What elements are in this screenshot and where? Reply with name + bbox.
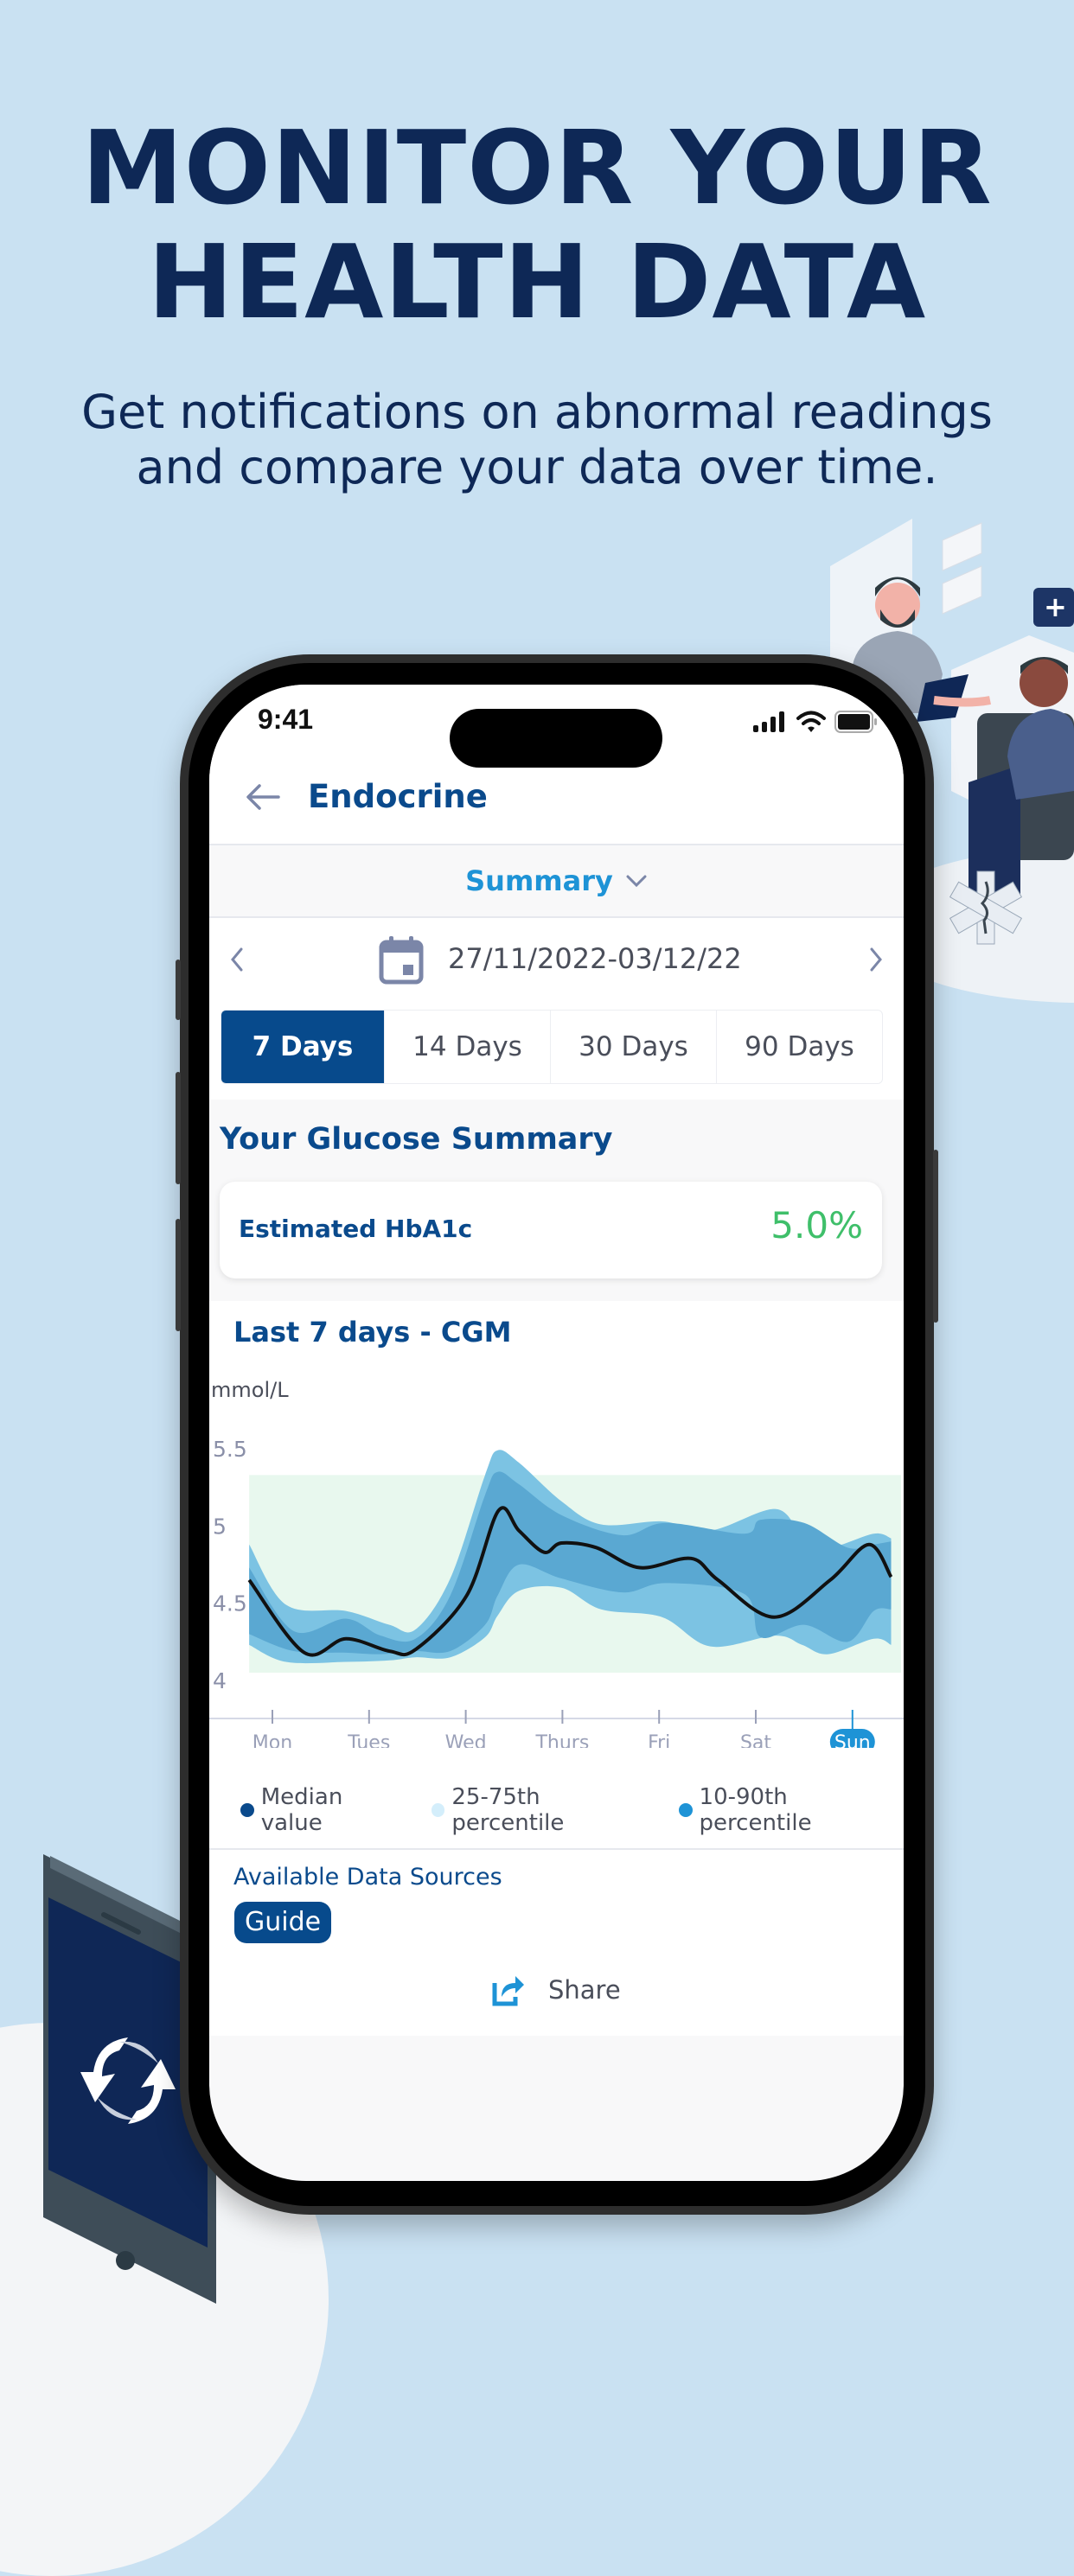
x-tick-label: Sun — [834, 1732, 871, 1748]
phone-volume-down-button — [176, 1219, 181, 1331]
svg-text:+: + — [1044, 590, 1067, 623]
back-arrow-icon[interactable] — [244, 781, 282, 813]
certificate-shape — [942, 522, 982, 571]
glucose-summary-title: Your Glucose Summary — [220, 1122, 613, 1157]
x-tick-label: Fri — [648, 1732, 670, 1748]
x-tick-label: Wed — [445, 1732, 487, 1748]
promo-subtitle-line-1: Get notifications on abnormal readings — [81, 385, 993, 439]
legend-item-median: Median value — [240, 1784, 409, 1836]
y-tick-label: 4.5 — [213, 1591, 247, 1616]
y-tick-label: 5 — [213, 1514, 227, 1539]
legend-dot-25-75 — [431, 1803, 445, 1817]
legend-dot-10-90 — [678, 1803, 693, 1817]
promo-subtitle: Get notifications on abnormal readings a… — [0, 385, 1074, 495]
tab-90-days[interactable]: 90 Days — [717, 1011, 882, 1083]
legend-label-25-75: 25-75th percentile — [451, 1784, 565, 1836]
phone-side-button — [176, 960, 181, 1020]
promo-headline: MONITOR YOUR HEALTH DATA — [0, 111, 1074, 339]
x-tick-label: Thurs — [534, 1732, 589, 1748]
x-tick-label: Tues — [347, 1732, 390, 1748]
promo-headline-line-1: MONITOR YOUR — [81, 108, 993, 227]
promo-subtitle-line-2: and compare your data over time. — [136, 440, 938, 494]
hba1c-value: 5.0% — [770, 1204, 863, 1247]
legend-label-median: Median value — [260, 1784, 343, 1836]
x-tick-label: Mon — [253, 1732, 292, 1748]
legend-item-10-90: 10-90th percentile — [678, 1784, 904, 1836]
date-range-row: 27/11/2022-03/12/22 — [209, 918, 904, 1001]
phone-screen: 9:41 Endocrine Summary 27/11/2022-03/12/… — [209, 685, 904, 2181]
share-label: Share — [548, 1975, 621, 2005]
guide-button[interactable]: Guide — [234, 1902, 332, 1943]
x-tick-label: Sat — [740, 1732, 771, 1748]
cgm-title: Last 7 days - CGM — [233, 1316, 512, 1349]
y-tick-label: 4 — [213, 1668, 227, 1693]
status-time: 9:41 — [258, 704, 314, 735]
battery-icon — [834, 711, 877, 733]
chevron-right-icon[interactable] — [867, 946, 885, 973]
certificate-shape — [942, 565, 982, 615]
phone-power-button — [933, 1150, 938, 1323]
legend-item-25-75: 25-75th percentile — [431, 1784, 656, 1836]
view-selector[interactable]: Summary — [209, 845, 904, 916]
tab-30-days[interactable]: 30 Days — [551, 1011, 717, 1083]
date-range-text[interactable]: 27/11/2022-03/12/22 — [448, 942, 742, 975]
chart-y-axis-label: mmol/L — [211, 1378, 289, 1402]
hba1c-label: Estimated HbA1c — [239, 1215, 473, 1243]
legend-dot-median — [240, 1803, 254, 1817]
calendar-icon[interactable] — [379, 935, 424, 985]
chevron-left-icon[interactable] — [228, 946, 246, 973]
chart-legend: Median value 25-75th percentile 10-90th … — [240, 1784, 904, 1836]
hba1c-card[interactable]: Estimated HbA1c 5.0% — [220, 1182, 882, 1278]
page-title: Endocrine — [308, 778, 488, 815]
share-button[interactable]: Share — [491, 1973, 621, 2007]
status-icons — [753, 711, 878, 733]
y-tick-label: 5.5 — [213, 1437, 247, 1462]
data-sources-label: Available Data Sources — [233, 1864, 502, 1891]
promo-headline-line-2: HEALTH DATA — [147, 222, 927, 341]
tab-14-days[interactable]: 14 Days — [385, 1011, 551, 1083]
chevron-down-icon — [626, 875, 647, 888]
dynamic-island — [450, 709, 662, 768]
legend-label-10-90: 10-90th percentile — [699, 1784, 812, 1836]
tab-7-days[interactable]: 7 Days — [221, 1011, 385, 1083]
range-tabs: 7 Days 14 Days 30 Days 90 Days — [221, 1010, 883, 1084]
cgm-chart: 5.5 5 4.5 4 Mon Tues Wed Thurs Fri Sat Sun — [209, 1437, 904, 1748]
wifi-icon — [796, 711, 826, 732]
view-selector-label: Summary — [465, 864, 613, 897]
share-icon — [492, 1976, 524, 2006]
phone-volume-up-button — [176, 1072, 181, 1184]
signal-icon — [753, 711, 784, 732]
